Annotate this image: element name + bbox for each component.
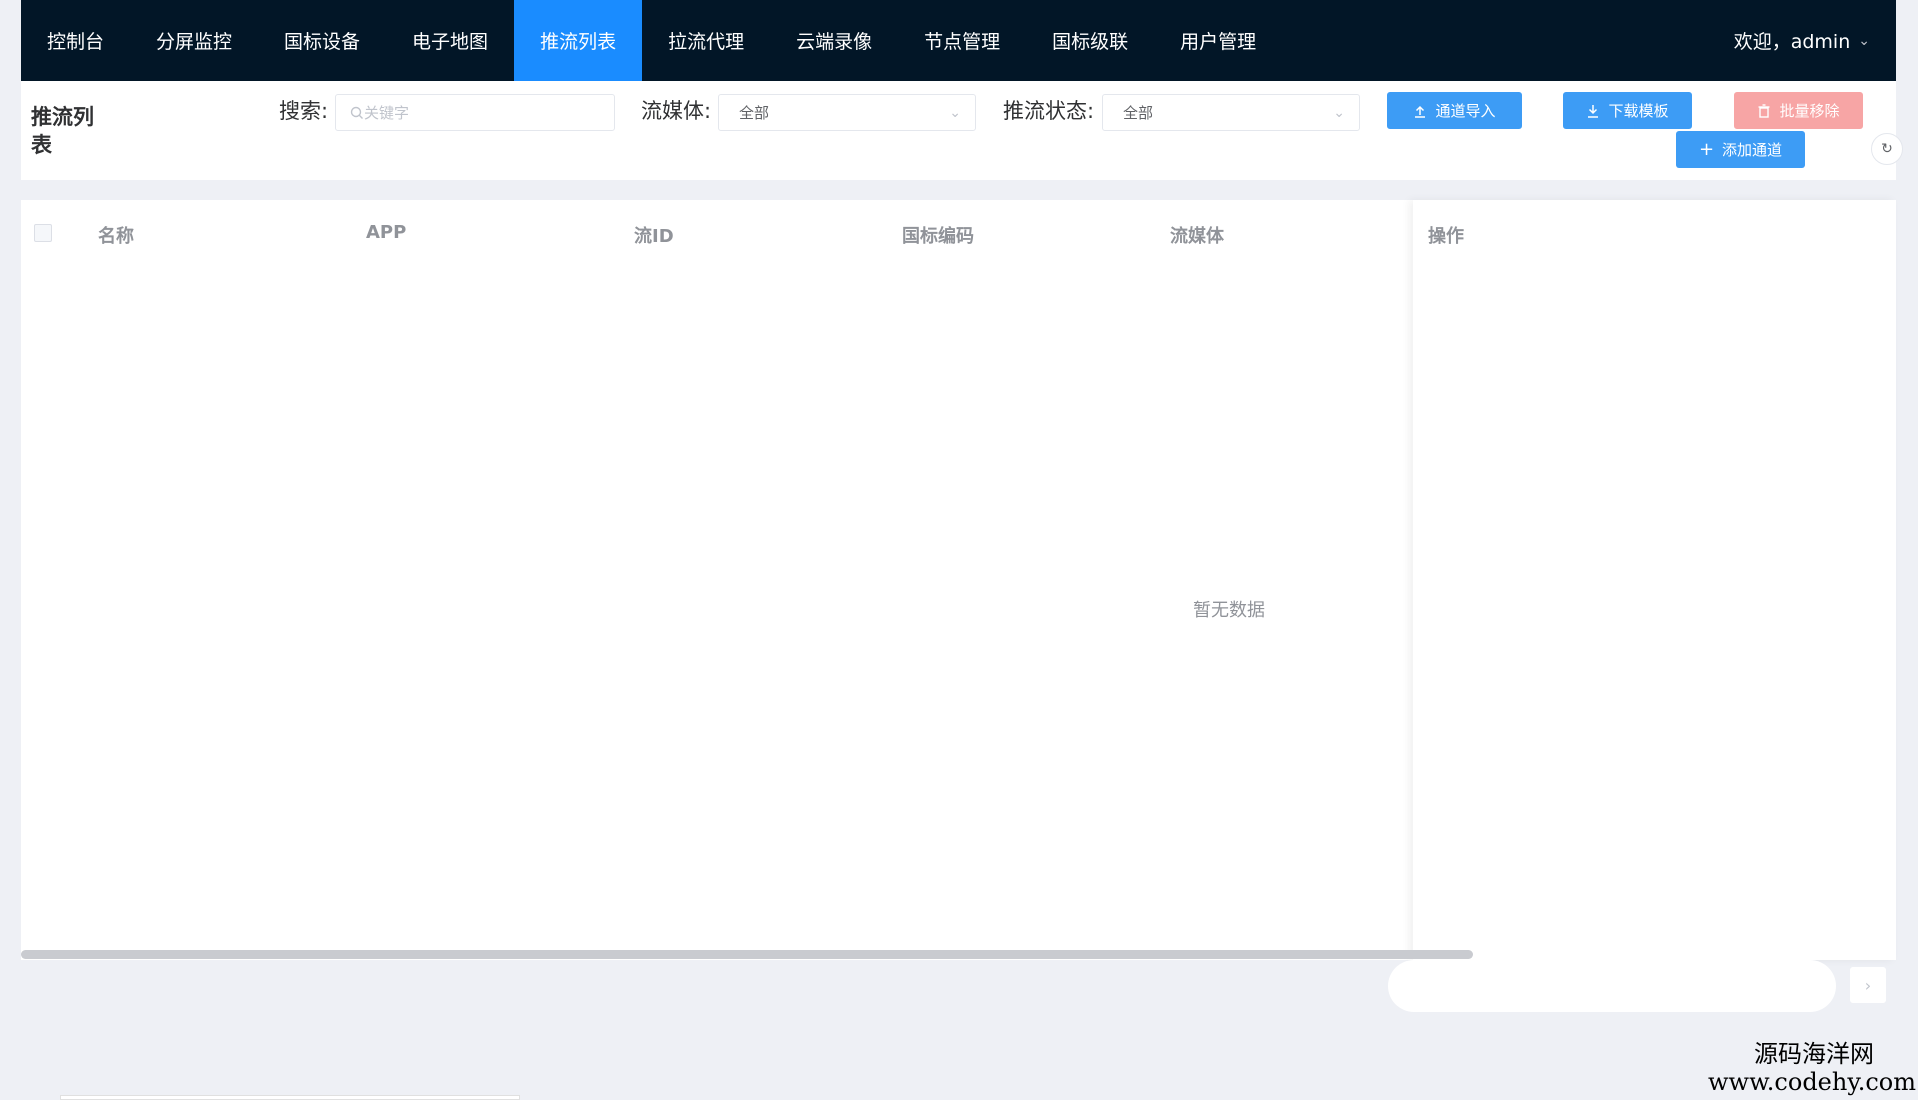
user-welcome: 欢迎，admin [1733,31,1851,53]
nav-item-gb-devices[interactable]: 国标设备 [258,0,386,81]
media-select[interactable]: 全部 ⌄ [718,94,976,131]
upload-icon [1415,105,1426,118]
nav-item-user-manage[interactable]: 用户管理 [1154,0,1282,81]
search-input[interactable] [364,103,584,122]
chevron-down-icon: ⌄ [949,104,961,121]
bottom-scrollbar [60,1095,520,1100]
toolbar: 推流列表 搜索: 流媒体: 全部 ⌄ 推流状态: 全部 ⌄ 通道导入 下载模板 [21,81,1903,180]
download-icon [1588,104,1599,118]
import-channel-button[interactable]: 通道导入 [1387,92,1522,129]
add-channel-label: 添加通道 [1722,141,1783,159]
column-header-stream-id[interactable]: 流ID [634,222,674,248]
batch-remove-button[interactable]: 批量移除 [1734,92,1863,129]
chevron-down-icon: ⌄ [1858,32,1870,49]
download-template-label: 下载模板 [1608,102,1669,120]
watermark: 源码海洋网 www.codehy.com [1708,1040,1916,1096]
search-field[interactable] [335,94,615,131]
nav-item-cloud-record[interactable]: 云端录像 [770,0,898,81]
status-select-value: 全部 [1123,104,1154,122]
chevron-right-icon: › [1864,975,1872,995]
media-select-value: 全部 [739,104,770,122]
column-header-name[interactable]: 名称 [98,222,134,248]
media-label: 流媒体: [641,99,712,123]
data-table: 名称 APP 流ID 国标编码 流媒体 操作 暂无数据 [21,200,1896,960]
nav-item-node-manage[interactable]: 节点管理 [898,0,1026,81]
column-header-operation: 操作 [1428,226,1464,247]
refresh-icon: ↻ [1881,141,1893,157]
nav-item-pull-proxy[interactable]: 拉流代理 [642,0,770,81]
add-channel-button[interactable]: + 添加通道 [1676,131,1805,168]
nav-item-dashboard[interactable]: 控制台 [21,0,130,81]
page-title: 推流列表 [31,105,94,157]
download-template-button[interactable]: 下载模板 [1563,92,1692,129]
top-nav: 控制台 分屏监控 国标设备 电子地图 推流列表 拉流代理 云端录像 节点管理 国… [21,0,1896,81]
horizontal-scrollbar[interactable] [21,950,1473,959]
chevron-down-icon: ⌄ [1333,104,1345,121]
user-menu[interactable]: 欢迎，admin ⌄ [1734,0,1896,81]
table-header: 名称 APP 流ID 国标编码 流媒体 [21,200,1411,266]
status-label: 推流状态: [1003,99,1095,123]
plus-icon: + [1698,139,1715,160]
status-select[interactable]: 全部 ⌄ [1102,94,1360,131]
refresh-button[interactable]: ↻ [1871,133,1903,165]
import-channel-label: 通道导入 [1435,102,1496,120]
pagination [1388,960,1836,1012]
watermark-line1: 源码海洋网 [1754,1040,1874,1068]
column-header-gb-code[interactable]: 国标编码 [902,222,974,248]
nav-item-push-list[interactable]: 推流列表 [514,0,643,81]
search-icon [350,106,363,119]
column-header-media-server[interactable]: 流媒体 [1170,222,1224,248]
nav-item-map[interactable]: 电子地图 [386,0,514,81]
pagination-next-button[interactable]: › [1850,967,1886,1003]
trash-icon [1758,103,1770,118]
batch-remove-label: 批量移除 [1779,102,1840,120]
select-all-checkbox[interactable] [34,224,52,242]
column-header-app[interactable]: APP [366,222,406,243]
operation-column: 操作 [1413,200,1896,960]
nav-item-gb-cascade[interactable]: 国标级联 [1026,0,1154,81]
nav-item-split-monitor[interactable]: 分屏监控 [130,0,258,81]
empty-state-text: 暂无数据 [1193,600,1265,621]
search-label: 搜索: [279,99,329,123]
watermark-line2: www.codehy.com [1708,1068,1916,1096]
